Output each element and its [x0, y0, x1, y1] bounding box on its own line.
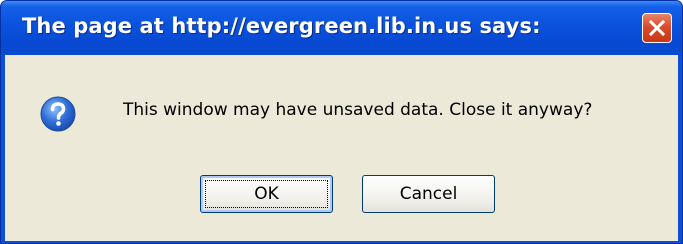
- close-icon: [648, 19, 666, 37]
- dialog-title: The page at http://evergreen.lib.in.us s…: [22, 14, 541, 38]
- ok-button-label: OK: [254, 184, 279, 204]
- ok-button[interactable]: OK: [200, 175, 333, 213]
- question-icon: [40, 96, 76, 132]
- confirm-dialog-window: The page at http://evergreen.lib.in.us s…: [0, 0, 683, 244]
- dialog-titlebar[interactable]: The page at http://evergreen.lib.in.us s…: [1, 1, 682, 55]
- close-button[interactable]: [642, 13, 672, 43]
- cancel-button-label: Cancel: [399, 184, 458, 204]
- cancel-button[interactable]: Cancel: [362, 175, 495, 213]
- dialog-body: This window may have unsaved data. Close…: [5, 55, 678, 241]
- dialog-message: This window may have unsaved data. Close…: [123, 100, 593, 120]
